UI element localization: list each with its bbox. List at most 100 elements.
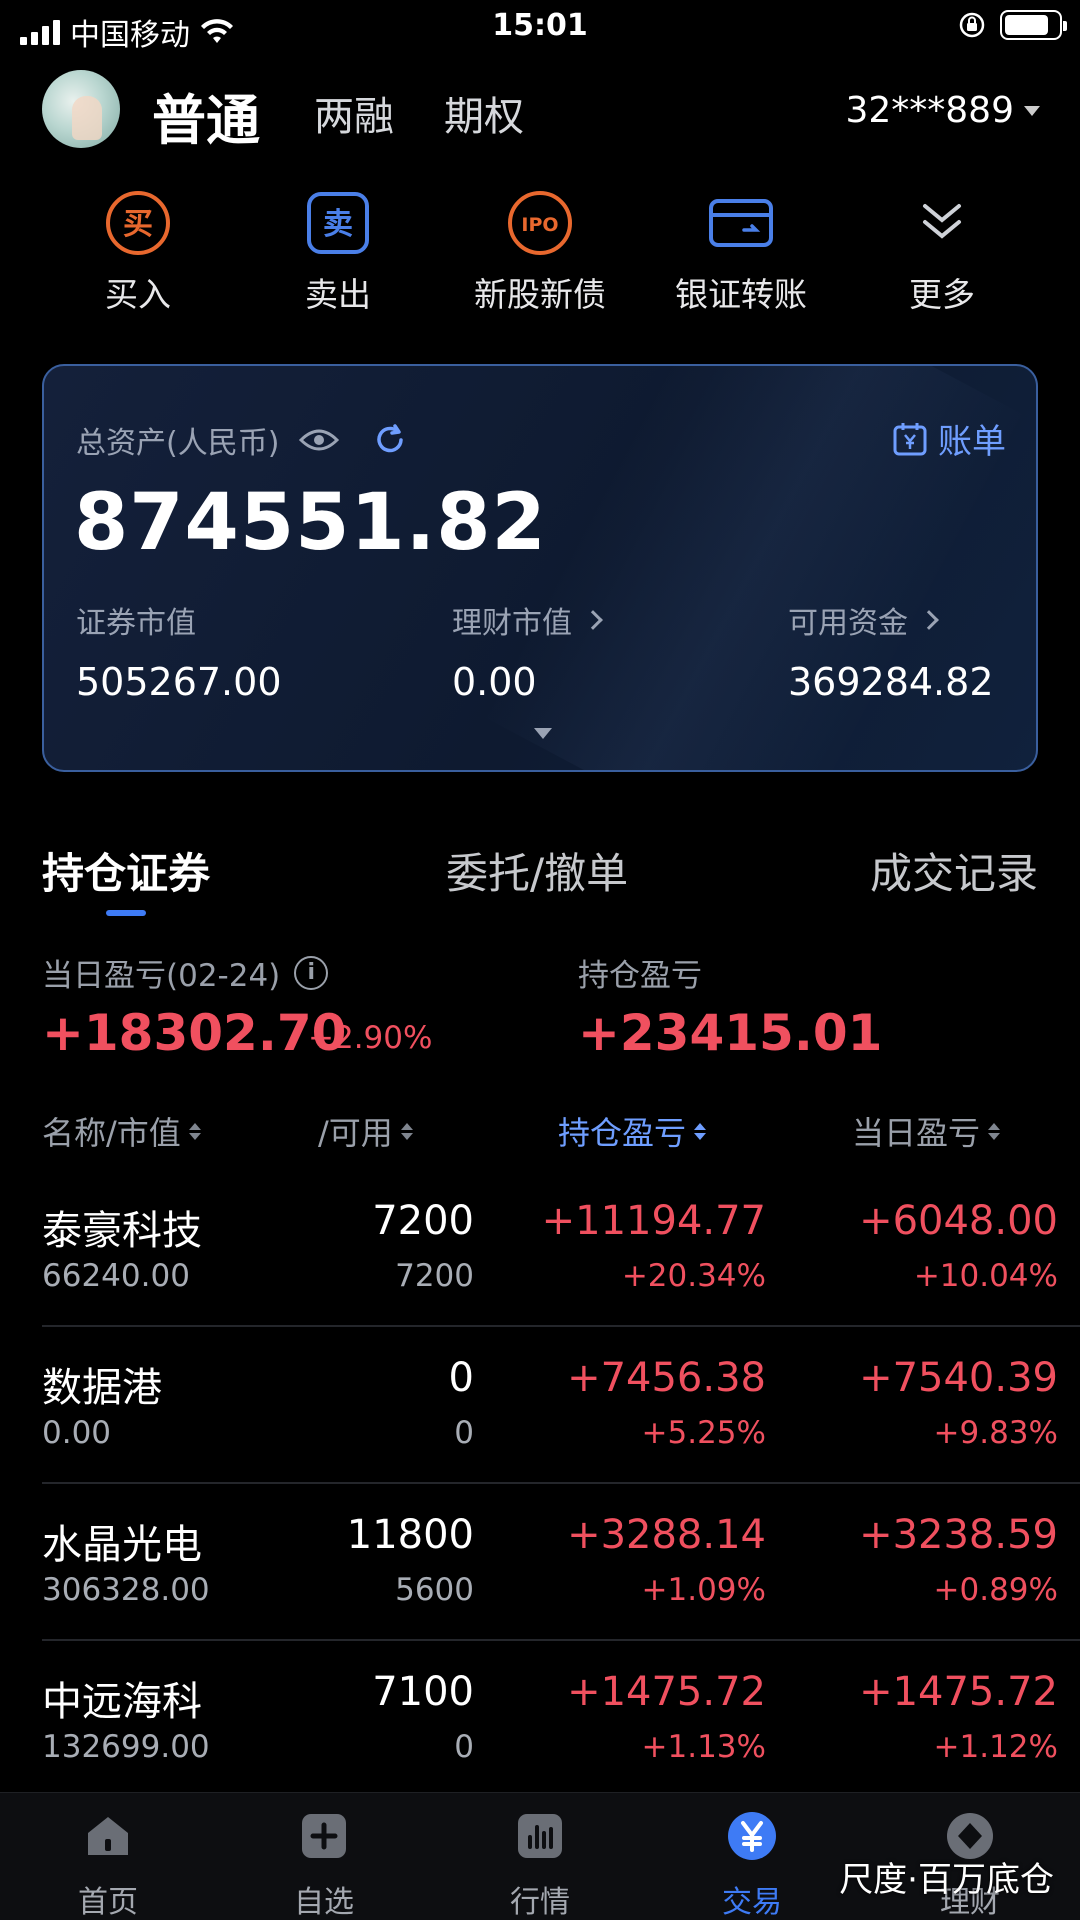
day-pnl-value: +18302.70: [42, 1004, 347, 1062]
wealth-value-label: 理财市值: [452, 606, 572, 641]
svg-text:卖: 卖: [323, 207, 353, 242]
wealth-value-block[interactable]: 理财市值 0.00: [452, 598, 603, 704]
buy-icon: 买: [106, 191, 170, 255]
position-pnl: +11194.77: [541, 1198, 766, 1244]
more-button[interactable]: 更多: [842, 188, 1042, 316]
status-time: 15:01: [492, 8, 588, 43]
day-pnl-label: 当日盈亏(02-24): [42, 958, 281, 994]
account-tab-margin[interactable]: 两融: [314, 84, 394, 142]
market-value: 306328.00: [42, 1572, 210, 1608]
table-row[interactable]: 中远海科 132699.00 7100 0 +1475.72 +1.13% +1…: [42, 1641, 1080, 1798]
wealth-value: 0.00: [452, 660, 537, 704]
column-name-value[interactable]: 名称/市值: [42, 1108, 201, 1154]
eye-icon[interactable]: [299, 426, 340, 454]
bank-card-icon: [709, 199, 773, 247]
stock-name: 泰豪科技: [42, 1208, 202, 1254]
bank-transfer-button[interactable]: 银证转账: [641, 188, 841, 316]
nav-watchlist[interactable]: 自选: [254, 1811, 394, 1920]
position-pnl-value: +23415.01: [578, 1004, 883, 1062]
total-assets-label: 总资产(人民币): [76, 426, 280, 461]
position-pnl: +3288.14: [567, 1512, 766, 1558]
watchlist-add-icon: [302, 1814, 346, 1858]
day-pnl-percent: +10.04%: [913, 1258, 1058, 1294]
holding-qty: 11800: [346, 1512, 474, 1558]
table-row[interactable]: 泰豪科技 66240.00 7200 7200 +11194.77 +20.34…: [42, 1170, 1080, 1327]
market-value: 0.00: [42, 1415, 112, 1451]
trade-yen-icon: [728, 1812, 776, 1860]
column-available-label: /可用: [318, 1114, 393, 1152]
day-pnl-percent: +9.83%: [933, 1415, 1058, 1451]
holding-qty: 0: [448, 1355, 474, 1401]
account-tab-normal[interactable]: 普通: [152, 76, 260, 155]
sort-icon: [988, 1122, 1001, 1140]
refresh-icon[interactable]: [373, 423, 407, 457]
buy-label: 买入: [105, 275, 171, 314]
chevron-right-icon: [583, 610, 603, 630]
position-pnl: +1475.72: [567, 1669, 766, 1715]
column-available[interactable]: /可用: [318, 1108, 413, 1154]
account-tab-options[interactable]: 期权: [444, 84, 524, 142]
svg-text:IPO: IPO: [521, 214, 558, 236]
watermark: 尺度·百万底仓: [839, 1860, 1054, 1900]
status-bar: 中国移动 15:01: [0, 0, 1080, 54]
market-value: 66240.00: [42, 1258, 190, 1294]
securities-value-label: 证券市值: [76, 606, 196, 641]
sell-icon: 卖: [307, 192, 369, 254]
svg-text:买: 买: [123, 207, 153, 242]
column-day-pnl-label: 当日盈亏: [852, 1114, 981, 1152]
nav-home[interactable]: 首页: [38, 1811, 178, 1920]
home-icon: [88, 1817, 128, 1855]
chevron-right-icon: [919, 610, 939, 630]
nav-home-label: 首页: [78, 1885, 138, 1920]
account-number: 32***889: [845, 90, 1014, 131]
tab-positions[interactable]: 持仓证券: [42, 840, 210, 901]
holding-qty: 7100: [372, 1669, 474, 1715]
securities-value: 505267.00: [76, 660, 282, 704]
bill-button[interactable]: 账单: [892, 414, 1006, 463]
nav-trade[interactable]: 交易: [682, 1811, 822, 1920]
sell-button[interactable]: 卖 卖出: [238, 188, 438, 316]
calendar-yen-icon: [893, 422, 927, 455]
info-icon[interactable]: i: [294, 955, 329, 990]
chevron-double-down-icon: [923, 204, 961, 239]
position-tabs: 持仓证券 委托/撤单 成交记录: [0, 840, 1080, 920]
ipo-button[interactable]: IPO 新股新债: [440, 188, 640, 316]
pnl-summary: 当日盈亏(02-24) i +18302.70 +2.90% 持仓盈亏 +234…: [0, 950, 1080, 1070]
position-pnl-percent: +20.34%: [621, 1258, 766, 1294]
holding-qty: 7200: [372, 1198, 474, 1244]
available-cash-block[interactable]: 可用资金 369284.82: [788, 598, 994, 704]
bill-label: 账单: [938, 422, 1006, 462]
available-qty: 5600: [395, 1572, 474, 1608]
account-selector[interactable]: 32***889: [845, 90, 1040, 131]
market-chart-icon: [518, 1814, 562, 1858]
holdings-list: 泰豪科技 66240.00 7200 7200 +11194.77 +20.34…: [0, 1170, 1080, 1798]
tab-orders-cancel[interactable]: 委托/撤单: [446, 840, 628, 901]
column-name-value-label: 名称/市值: [42, 1114, 181, 1152]
bank-transfer-label: 银证转账: [675, 275, 807, 314]
column-position-pnl[interactable]: 持仓盈亏: [558, 1108, 707, 1154]
buy-button[interactable]: 买 买入: [38, 188, 238, 316]
stock-name: 数据港: [42, 1365, 162, 1411]
table-row[interactable]: 水晶光电 306328.00 11800 5600 +3288.14 +1.09…: [42, 1484, 1080, 1641]
tab-trade-history[interactable]: 成交记录: [870, 840, 1038, 901]
orientation-lock-icon: [959, 12, 985, 38]
sort-icon: [188, 1122, 201, 1140]
more-label: 更多: [909, 275, 975, 314]
nav-market-label: 行情: [510, 1885, 570, 1920]
stock-name: 水晶光电: [42, 1522, 202, 1568]
market-value: 132699.00: [42, 1729, 210, 1765]
sort-icon: [694, 1122, 707, 1140]
day-pnl: +7540.39: [859, 1355, 1058, 1401]
table-row[interactable]: 数据港 0.00 0 0 +7456.38 +5.25% +7540.39 +9…: [42, 1327, 1080, 1484]
nav-market[interactable]: 行情: [470, 1811, 610, 1920]
expand-caret-icon[interactable]: [534, 728, 552, 739]
day-pnl: +3238.59: [859, 1512, 1058, 1558]
stock-name: 中远海科: [42, 1679, 202, 1725]
avatar[interactable]: [42, 70, 120, 148]
asset-card: 总资产(人民币) 账单 874551.82 证券市值 505267.00 理财市…: [42, 364, 1038, 772]
column-day-pnl[interactable]: 当日盈亏: [852, 1108, 1001, 1154]
available-qty: 0: [454, 1415, 474, 1451]
sort-icon: [400, 1122, 413, 1140]
day-pnl: +6048.00: [859, 1198, 1058, 1244]
sell-label: 卖出: [305, 275, 371, 314]
